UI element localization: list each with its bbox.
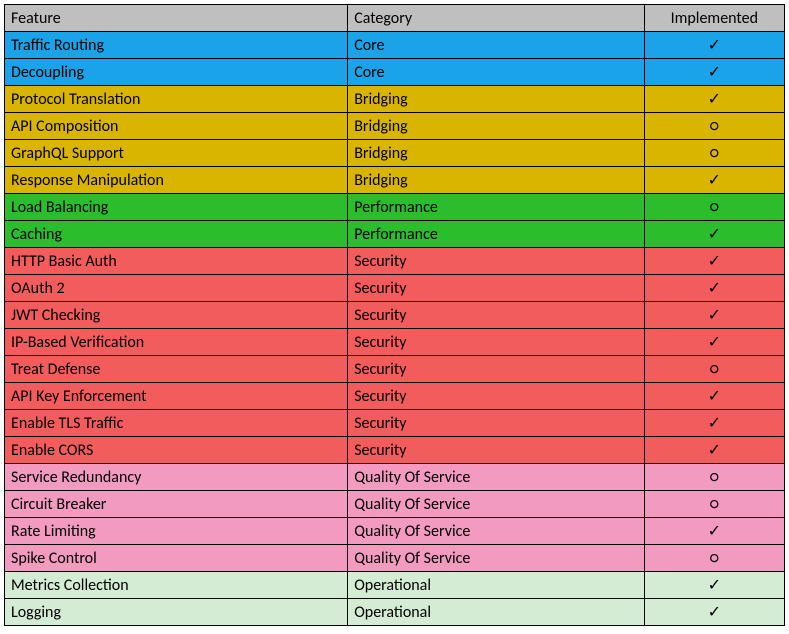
cell-feature: OAuth 2	[5, 275, 348, 302]
cell-feature: IP-Based Verification	[5, 329, 348, 356]
cell-category: Operational	[348, 599, 644, 626]
table-row: IP-Based VerificationSecurity✓	[5, 329, 785, 356]
table-row: LoggingOperational✓	[5, 599, 785, 626]
table-row: Metrics CollectionOperational✓	[5, 572, 785, 599]
cell-feature: Enable CORS	[5, 437, 348, 464]
cell-feature: Metrics Collection	[5, 572, 348, 599]
header-feature: Feature	[5, 5, 348, 32]
cell-feature: Decoupling	[5, 59, 348, 86]
cell-feature: Traffic Routing	[5, 32, 348, 59]
check-icon: ✓	[644, 167, 784, 194]
table-row: HTTP Basic AuthSecurity✓	[5, 248, 785, 275]
check-icon: ✓	[644, 329, 784, 356]
table-row: Circuit BreakerQuality Of Service○	[5, 491, 785, 518]
cell-feature: Enable TLS Traffic	[5, 410, 348, 437]
table-row: API Key EnforcementSecurity✓	[5, 383, 785, 410]
cell-category: Performance	[348, 194, 644, 221]
cell-feature: Circuit Breaker	[5, 491, 348, 518]
table-row: Load BalancingPerformance○	[5, 194, 785, 221]
circle-icon: ○	[644, 194, 784, 221]
check-icon: ✓	[644, 599, 784, 626]
cell-category: Bridging	[348, 140, 644, 167]
check-icon: ✓	[644, 32, 784, 59]
cell-category: Performance	[348, 221, 644, 248]
check-icon: ✓	[644, 248, 784, 275]
cell-category: Security	[348, 329, 644, 356]
cell-category: Quality Of Service	[348, 464, 644, 491]
cell-category: Bridging	[348, 167, 644, 194]
cell-feature: Protocol Translation	[5, 86, 348, 113]
cell-feature: HTTP Basic Auth	[5, 248, 348, 275]
circle-icon: ○	[644, 545, 784, 572]
cell-category: Bridging	[348, 86, 644, 113]
cell-category: Core	[348, 32, 644, 59]
circle-icon: ○	[644, 113, 784, 140]
header-row: Feature Category Implemented	[5, 5, 785, 32]
cell-feature: Spike Control	[5, 545, 348, 572]
circle-icon: ○	[644, 464, 784, 491]
table-row: Rate LimitingQuality Of Service✓	[5, 518, 785, 545]
check-icon: ✓	[644, 221, 784, 248]
table-row: CachingPerformance✓	[5, 221, 785, 248]
check-icon: ✓	[644, 410, 784, 437]
check-icon: ✓	[644, 275, 784, 302]
cell-category: Quality Of Service	[348, 518, 644, 545]
cell-feature: Service Redundancy	[5, 464, 348, 491]
header-implemented: Implemented	[644, 5, 784, 32]
table-row: OAuth 2Security✓	[5, 275, 785, 302]
cell-category: Quality Of Service	[348, 545, 644, 572]
cell-feature: Logging	[5, 599, 348, 626]
table-row: Treat DefenseSecurity○	[5, 356, 785, 383]
cell-category: Bridging	[348, 113, 644, 140]
cell-category: Operational	[348, 572, 644, 599]
cell-feature: Load Balancing	[5, 194, 348, 221]
cell-category: Security	[348, 410, 644, 437]
cell-category: Security	[348, 383, 644, 410]
circle-icon: ○	[644, 140, 784, 167]
cell-category: Security	[348, 302, 644, 329]
cell-feature: JWT Checking	[5, 302, 348, 329]
check-icon: ✓	[644, 518, 784, 545]
circle-icon: ○	[644, 356, 784, 383]
table-row: GraphQL SupportBridging○	[5, 140, 785, 167]
check-icon: ✓	[644, 302, 784, 329]
table-row: JWT CheckingSecurity✓	[5, 302, 785, 329]
cell-feature: Caching	[5, 221, 348, 248]
cell-feature: Response Manipulation	[5, 167, 348, 194]
check-icon: ✓	[644, 572, 784, 599]
table-row: Enable CORSSecurity✓	[5, 437, 785, 464]
cell-feature: GraphQL Support	[5, 140, 348, 167]
cell-feature: API Composition	[5, 113, 348, 140]
cell-category: Quality Of Service	[348, 491, 644, 518]
table-row: Protocol TranslationBridging✓	[5, 86, 785, 113]
cell-feature: Treat Defense	[5, 356, 348, 383]
check-icon: ✓	[644, 437, 784, 464]
table-row: Spike ControlQuality Of Service○	[5, 545, 785, 572]
cell-category: Security	[348, 275, 644, 302]
cell-category: Security	[348, 356, 644, 383]
cell-feature: API Key Enforcement	[5, 383, 348, 410]
table-row: Response ManipulationBridging✓	[5, 167, 785, 194]
header-category: Category	[348, 5, 644, 32]
table-row: Enable TLS TrafficSecurity✓	[5, 410, 785, 437]
cell-category: Security	[348, 437, 644, 464]
table-row: DecouplingCore✓	[5, 59, 785, 86]
feature-table: Feature Category Implemented Traffic Rou…	[4, 4, 785, 626]
cell-category: Security	[348, 248, 644, 275]
table-row: Service RedundancyQuality Of Service○	[5, 464, 785, 491]
check-icon: ✓	[644, 59, 784, 86]
check-icon: ✓	[644, 383, 784, 410]
cell-feature: Rate Limiting	[5, 518, 348, 545]
table-row: Traffic RoutingCore✓	[5, 32, 785, 59]
check-icon: ✓	[644, 86, 784, 113]
circle-icon: ○	[644, 491, 784, 518]
cell-category: Core	[348, 59, 644, 86]
table-row: API CompositionBridging○	[5, 113, 785, 140]
